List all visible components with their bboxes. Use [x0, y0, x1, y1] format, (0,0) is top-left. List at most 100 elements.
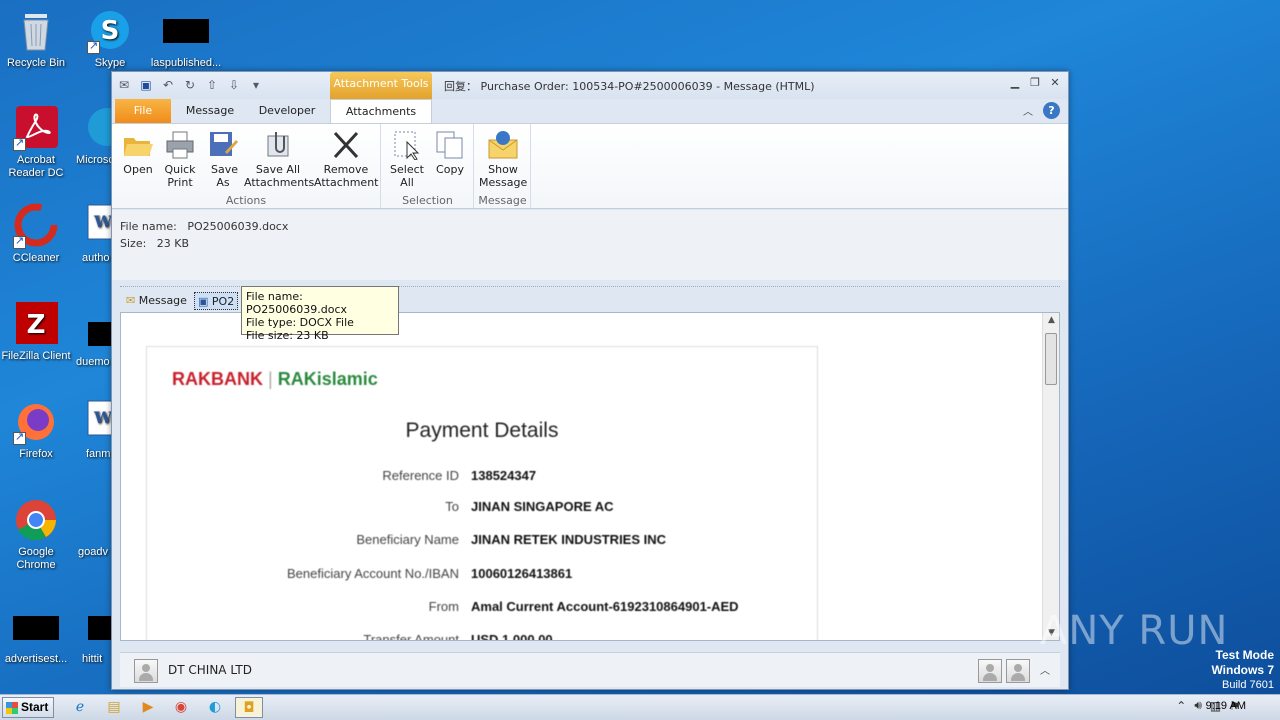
close-icon[interactable]: ✕	[1048, 76, 1062, 90]
volume-icon[interactable]: 🔊︎	[1194, 698, 1202, 713]
file-size-value: 23 KB	[156, 237, 190, 250]
acrobat-icon	[13, 105, 59, 151]
redacted-file-icon	[163, 19, 209, 43]
word-file-icon: ▣	[198, 295, 209, 308]
group-selection: Select All Copy Selection	[382, 124, 474, 208]
attachment-info-pane: File name: PO25006039.docx Size: 23 KB	[112, 210, 1068, 280]
chrome-taskbar-icon[interactable]: ◉	[167, 697, 195, 718]
edge-taskbar-icon[interactable]: ◐	[201, 697, 229, 718]
logo-rakbank: RAKBANK	[172, 369, 263, 389]
remove-attachment-button[interactable]: Remove Attachment	[314, 130, 379, 189]
open-button[interactable]: Open	[118, 130, 158, 176]
internet-explorer-icon[interactable]: ℯ	[66, 697, 94, 718]
redacted-file-icon	[13, 616, 59, 640]
desktop-icon-acrobat[interactable]: Acrobat Reader DC	[0, 105, 74, 180]
envelope-arrow-icon	[487, 130, 519, 160]
docx-attachment-label: PO2	[211, 295, 235, 308]
media-player-icon[interactable]: ▶	[134, 697, 162, 718]
sender-name[interactable]: DT CHINA LTD	[168, 663, 252, 677]
detail-key: To	[445, 499, 459, 514]
save-as-button[interactable]: Save As	[204, 130, 242, 189]
save-all-attachments-button[interactable]: Save All Attachments	[244, 130, 315, 189]
save-all-attachments-label: Save All Attachments	[244, 163, 315, 189]
desktop-icon-label: CCleaner	[12, 252, 60, 264]
ribbon-attachments: Open Quick Print Save As Save All Attach…	[112, 123, 1068, 209]
message-attachment-item[interactable]: ✉ Message	[126, 292, 187, 310]
minimize-ribbon-icon[interactable]: ︿	[1023, 103, 1033, 118]
svg-text:W: W	[93, 408, 112, 427]
outlook-message-window: ✉ ▣ ↶ ↻ ⇧ ⇩ ▾ Attachment Tools 回复： Purch…	[111, 71, 1069, 690]
desktop-icon-skype[interactable]: S Skype	[72, 8, 148, 70]
quick-print-label: Quick Print	[164, 163, 196, 189]
save-icon[interactable]: ▣	[138, 77, 154, 93]
desktop-icon-chrome[interactable]: Google Chrome	[0, 497, 74, 572]
svg-text:Z: Z	[27, 310, 46, 340]
desktop-icon-advertisest[interactable]: advertisest...	[0, 605, 74, 666]
select-all-button[interactable]: Select All	[386, 130, 428, 189]
detail-value: USD 1,000.00	[471, 632, 553, 641]
show-message-button[interactable]: Show Message	[477, 130, 529, 189]
desktop-icon-label: Microsc	[76, 154, 112, 166]
recycle-bin-icon	[13, 8, 59, 54]
blank-icon	[72, 497, 112, 546]
undo-icon[interactable]: ↶	[160, 77, 176, 93]
attachment-tooltip: File name: PO25006039.docx File type: DO…	[241, 286, 399, 342]
logo-rakislamic: RAKislamic	[277, 369, 378, 389]
group-actions: Open Quick Print Save As Save All Attach…	[112, 124, 381, 208]
copy-button[interactable]: Copy	[430, 130, 470, 176]
help-icon[interactable]: ?	[1043, 102, 1060, 119]
tab-developer[interactable]: Developer	[252, 99, 322, 123]
detail-value: 10060126413861	[471, 566, 573, 581]
taskbar-clock[interactable]: 9:19 AM	[1206, 700, 1246, 712]
sender-avatar[interactable]	[134, 659, 158, 683]
restore-icon[interactable]: ❐	[1028, 76, 1042, 90]
bank-logo: RAKBANK | RAKislamic	[172, 369, 378, 390]
svg-text:S: S	[101, 16, 120, 46]
scrollbar-thumb[interactable]	[1045, 333, 1057, 385]
title-prefix: 回复：	[444, 80, 477, 93]
desktop-icon-laspublished[interactable]: laspublished...	[148, 8, 224, 70]
start-button[interactable]: Start	[2, 697, 54, 718]
tab-file[interactable]: File	[115, 99, 171, 123]
desktop-icon-duemo[interactable]: duemo	[72, 301, 112, 369]
down-arrow-icon[interactable]: ⇩	[226, 77, 242, 93]
desktop-icon-label: goadv	[78, 546, 108, 558]
desktop-icon-hittit[interactable]: hittit	[72, 605, 112, 666]
tray-expand-icon[interactable]: ⌃	[1176, 699, 1186, 713]
desktop-icon-recycle-bin[interactable]: Recycle Bin	[0, 8, 74, 70]
vertical-scrollbar[interactable]: ▲ ▼	[1042, 313, 1059, 640]
desktop-icon-microsoft[interactable]: Microsc	[72, 105, 112, 167]
tooltip-file-size: File size: 23 KB	[246, 329, 329, 342]
tab-message[interactable]: Message	[178, 99, 242, 123]
redo-icon[interactable]: ↻	[182, 77, 198, 93]
desktop-icon-filezilla[interactable]: Z FileZilla Client	[0, 301, 74, 363]
ribbon-right-controls: ︿ ?	[1023, 102, 1060, 119]
desktop-icon-author[interactable]: W autho	[72, 203, 112, 265]
copy-icon	[434, 130, 466, 160]
desktop-icon-ccleaner[interactable]: CCleaner	[0, 203, 74, 265]
save-as-label: Save As	[211, 163, 239, 189]
detail-value: JINAN RETEK INDUSTRIES INC	[471, 532, 667, 547]
contact-avatar[interactable]	[978, 659, 1002, 683]
up-arrow-icon[interactable]: ⇧	[204, 77, 220, 93]
desktop-icon-fanm[interactable]: W fanm	[72, 399, 112, 461]
envelope-icon: ✉	[118, 78, 130, 92]
outlook-taskbar-icon[interactable]: ◘	[235, 697, 263, 718]
scroll-up-icon[interactable]: ▲	[1043, 315, 1059, 325]
desktop-icon-firefox[interactable]: Firefox	[0, 399, 74, 461]
docx-attachment-item[interactable]: ▣ PO2	[194, 292, 239, 310]
desktop-icon-label: FileZilla Client	[1, 350, 71, 362]
contact-avatar[interactable]	[1006, 659, 1030, 683]
expand-people-pane-icon[interactable]: ︿	[1040, 662, 1050, 677]
desktop-icon-goadv[interactable]: goadv	[72, 497, 112, 559]
tab-attachments[interactable]: Attachments	[330, 99, 432, 123]
word-document-icon: W	[86, 399, 112, 445]
title-bar: ✉ ▣ ↶ ↻ ⇧ ⇩ ▾ Attachment Tools 回复： Purch…	[112, 72, 1068, 99]
customize-dropdown-icon[interactable]: ▾	[248, 77, 264, 93]
file-explorer-icon[interactable]: ▤	[100, 697, 128, 718]
attachment-preview[interactable]: RAKBANK | RAKislamic Payment Details Ref…	[120, 312, 1060, 641]
quick-print-button[interactable]: Quick Print	[160, 130, 200, 189]
group-message: Show Message Message	[475, 124, 531, 208]
minimize-icon[interactable]: ▁	[1008, 76, 1022, 90]
printer-icon	[164, 130, 196, 160]
